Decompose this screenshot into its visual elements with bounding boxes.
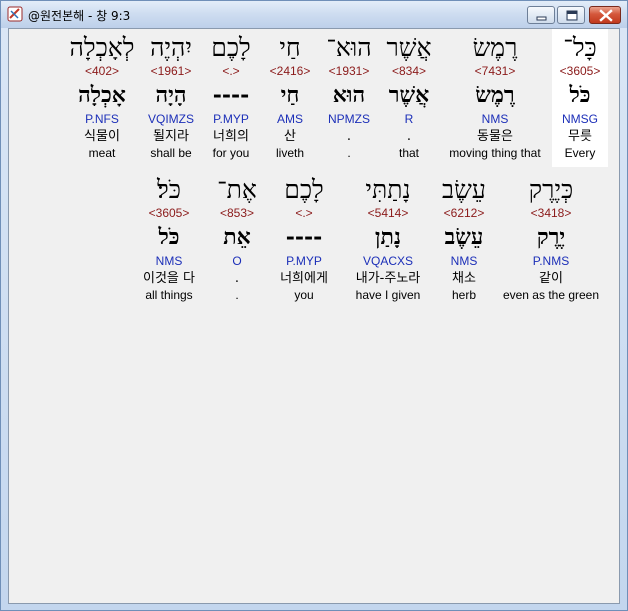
lexical-form: יֶרֶק [536,224,566,250]
korean-gloss: 동물은 [477,129,513,144]
english-gloss: even as the green [502,288,600,302]
word-cell[interactable]: כְּיֶרֶק <3418> יֶרֶק P.NMS 같이 even as t… [491,175,611,303]
lexical-form: כֹּל [569,82,591,108]
hebrew-word: לָכֶם [284,175,324,204]
close-button[interactable] [589,6,621,24]
korean-gloss: 너희에게 [280,271,328,286]
hebrew-word: כְּיֶרֶק [528,175,574,204]
maximize-icon [566,10,578,21]
window-title: @원전본해 - 창 9:3 [28,9,131,23]
english-gloss: moving thing that [449,146,541,160]
hebrew-word: רֶמֶשׂ [472,33,518,62]
hebrew-word: כָּל־ [563,33,597,62]
strongs-number[interactable]: <.> [259,205,349,221]
korean-gloss: 같이 [539,271,563,286]
strongs-number[interactable]: <3605> [552,63,608,79]
app-window: @원전본해 - 창 9:3 לְאָכְלָה <402> אָכְלָה P.… [0,0,628,611]
minimize-button[interactable] [527,6,555,24]
lexical-form: ---- [285,224,323,250]
english-gloss: you [294,288,314,302]
morph-code: NMS [481,112,509,126]
strongs-number[interactable]: <7431> [435,63,555,79]
word-cell-selected[interactable]: כָּל־ <3605> כֹּל NMSG 무릇 Every [552,29,608,167]
close-icon [599,9,613,22]
maximize-button[interactable] [557,6,585,24]
korean-gloss: 무릇 [568,129,592,144]
title-bar[interactable]: @원전본해 - 창 9:3 [1,1,627,28]
word-cell[interactable]: לָכֶם <.> ---- P.MYP 너희에게 you [259,175,349,303]
english-gloss: Every [564,146,596,160]
morph-code: P.NMS [532,254,570,268]
morph-code: NMSG [562,112,598,126]
bible-app-icon[interactable] [7,6,23,22]
verse-view[interactable]: לְאָכְלָה <402> אָכְלָה P.NFS 식물이 meat י… [8,28,620,604]
morph-code: P.MYP [286,254,322,268]
lexical-form: רֶמֶשׂ [475,82,515,108]
strongs-number[interactable]: <3418> [491,205,611,221]
minimize-icon [536,16,547,21]
word-cell[interactable]: רֶמֶשׂ <7431> רֶמֶשׂ NMS 동물은 moving thin… [435,33,555,161]
